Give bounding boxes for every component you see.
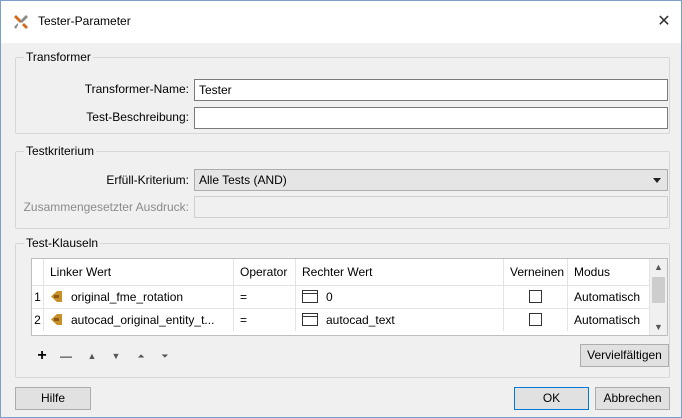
left-value-cell[interactable]: autocad_original_entity_t... (44, 309, 234, 331)
move-up-icon[interactable]: ▲ (83, 348, 101, 364)
duplicate-button[interactable]: Vervielfältigen (580, 344, 669, 367)
transformer-name-field[interactable]: Tester (194, 79, 668, 101)
right-value-text: autocad_text (326, 313, 395, 327)
column-header-operator[interactable]: Operator (234, 259, 296, 285)
ok-button[interactable]: OK (514, 387, 589, 410)
chevron-down-icon (653, 178, 661, 183)
negate-cell (504, 286, 568, 308)
constant-value-icon (302, 290, 318, 303)
column-header-left-value[interactable]: Linker Wert (44, 259, 234, 285)
title-bar: Tester-Parameter ✕ (1, 1, 681, 43)
left-value-text: autocad_original_entity_t... (71, 313, 215, 327)
test-clauses-table: Linker Wert Operator Rechter Wert Vernei… (31, 258, 668, 336)
right-value-cell[interactable]: autocad_text (296, 309, 504, 331)
left-value-text: original_fme_rotation (71, 290, 184, 304)
table-vertical-scrollbar[interactable]: ▲ ▼ (649, 259, 667, 335)
negate-cell (504, 309, 568, 331)
add-clause-icon[interactable]: + (33, 348, 51, 364)
criterion-dropdown[interactable]: Alle Tests (AND) (194, 169, 668, 191)
column-header-right-value[interactable]: Rechter Wert (296, 259, 504, 285)
right-value-cell[interactable]: 0 (296, 286, 504, 308)
column-header-mode[interactable]: Modus (568, 259, 650, 285)
row-number: 2 (32, 309, 44, 331)
test-description-label: Test-Beschreibung: (86, 110, 189, 124)
tester-parameter-dialog: Tester-Parameter ✕ Transformer Transform… (0, 0, 682, 418)
criterion-label: Erfüll-Kriterium: (106, 173, 189, 187)
attribute-icon (51, 291, 62, 302)
move-down-icon[interactable]: ▼ (107, 348, 125, 364)
close-icon[interactable]: ✕ (651, 9, 677, 35)
composite-expression-label: Zusammengesetzter Ausdruck: (23, 200, 189, 214)
negate-checkbox[interactable] (529, 290, 542, 303)
row-number: 1 (32, 286, 44, 308)
composite-expression-field (194, 196, 668, 218)
transformer-name-label: Transformer-Name: (84, 82, 189, 96)
testkriterium-group-title: Testkriterium (24, 144, 97, 158)
move-to-top-icon[interactable]: ⏶ (132, 348, 150, 364)
column-header-negate[interactable]: Verneinen (504, 259, 568, 285)
scroll-down-icon[interactable]: ▼ (650, 319, 667, 335)
right-value-text: 0 (326, 290, 333, 304)
test-description-field[interactable] (194, 107, 668, 129)
mode-cell[interactable]: Automatisch (568, 286, 650, 308)
transformer-group-title: Transformer (24, 50, 93, 64)
table-row[interactable]: 1 original_fme_rotation = 0 Automatisch (32, 285, 650, 308)
operator-cell[interactable]: = (234, 286, 296, 308)
help-button[interactable]: Hilfe (15, 387, 91, 410)
move-to-bottom-icon[interactable]: ⏷ (156, 348, 174, 364)
left-value-cell[interactable]: original_fme_rotation (44, 286, 234, 308)
remove-clause-icon[interactable]: — (57, 348, 75, 364)
negate-checkbox[interactable] (529, 313, 542, 326)
mode-cell[interactable]: Automatisch (568, 309, 650, 331)
attribute-icon (51, 314, 62, 325)
window-title: Tester-Parameter (38, 14, 131, 28)
cancel-button[interactable]: Abbrechen (595, 387, 670, 410)
operator-cell[interactable]: = (234, 309, 296, 331)
scroll-up-icon[interactable]: ▲ (650, 259, 667, 275)
criterion-dropdown-value: Alle Tests (AND) (199, 173, 287, 187)
table-header-rownum (32, 259, 44, 285)
scroll-thumb[interactable] (652, 277, 665, 303)
fme-transformer-icon (14, 15, 28, 29)
constant-value-icon (302, 313, 318, 326)
test-clauses-group-title: Test-Klauseln (24, 236, 101, 250)
table-row[interactable]: 2 autocad_original_entity_t... = autocad… (32, 308, 650, 331)
